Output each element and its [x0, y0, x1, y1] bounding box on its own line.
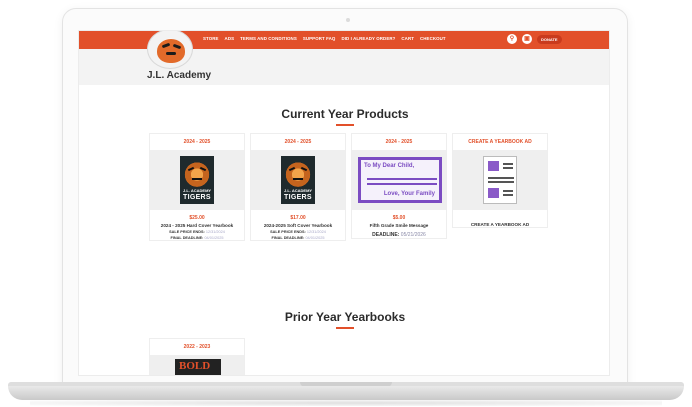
product-card-softcover[interactable]: 2024 - 2025 J.L. ACADEMY TIGERS $17.00 2…	[250, 133, 346, 241]
main-nav: STORE ADS TERMS AND CONDITIONS SUPPORT F…	[203, 36, 446, 41]
cover-school: J.L. ACADEMY	[284, 188, 313, 193]
laptop-mockup: STORE ADS TERMS AND CONDITIONS SUPPORT F…	[0, 0, 692, 407]
product-image[interactable]: J.L. ACADEMY TIGERS	[251, 150, 345, 210]
product-image[interactable]: To My Dear Child, Love, Your Family	[352, 150, 446, 210]
product-price: $17.00	[290, 215, 306, 221]
header-icons: ⚲ ▣ DONATE	[507, 34, 562, 44]
screen: STORE ADS TERMS AND CONDITIONS SUPPORT F…	[78, 30, 610, 376]
webcam	[346, 18, 350, 22]
product-card-prior-yearbook[interactable]: 2022 - 2023 BOLD	[149, 338, 245, 375]
nav-checkout[interactable]: CHECKOUT	[420, 36, 446, 41]
message-greeting: To My Dear Child,	[364, 163, 415, 169]
product-year: 2024 - 2025	[284, 139, 312, 145]
donate-button[interactable]: DONATE	[537, 34, 562, 44]
cover-title: TIGERS	[284, 194, 312, 201]
product-price: $5.00	[392, 215, 406, 221]
cover-school: J.L. ACADEMY	[183, 188, 212, 193]
message-card-preview: To My Dear Child, Love, Your Family	[358, 157, 442, 203]
nav-support-faq[interactable]: SUPPORT FAQ	[303, 36, 336, 41]
site-title: J.L. Academy	[147, 70, 212, 81]
nav-cart[interactable]: CART	[401, 36, 414, 41]
product-price: $25.00	[189, 215, 205, 221]
cover-title: BOLD	[179, 360, 211, 372]
prior-yearbooks-heading: Prior Year Yearbooks	[284, 310, 406, 324]
laptop-base	[8, 386, 684, 400]
nav-store[interactable]: STORE	[203, 36, 219, 41]
product-year: 2022 - 2023	[183, 344, 211, 350]
search-icon[interactable]: ⚲	[507, 34, 517, 44]
product-image[interactable]: J.L. ACADEMY TIGERS	[150, 150, 244, 210]
nav-ads[interactable]: ADS	[225, 36, 235, 41]
card-heading: CREATE A YEARBOOK AD	[468, 139, 532, 145]
final-deadline: FINAL DEADLINE: 04/01/2025	[170, 236, 224, 240]
product-name[interactable]: 2024 - 2025 Hard Cover Yearbook	[150, 223, 244, 228]
ad-layout-icon	[483, 156, 517, 204]
sale-price-ends: SALE PRICE ENDS: 12/31/2024	[270, 230, 326, 234]
product-year: 2024 - 2025	[385, 139, 413, 145]
message-signoff: Love, Your Family	[383, 191, 435, 197]
heading-underline	[336, 327, 354, 329]
sale-price-ends: SALE PRICE ENDS: 12/31/2024	[169, 230, 225, 234]
product-card-smile-message[interactable]: 2024 - 2025 To My Dear Child, Love, Your…	[351, 133, 447, 239]
nav-did-i-order[interactable]: DID I ALREADY ORDER?	[341, 36, 395, 41]
product-year: 2024 - 2025	[183, 139, 211, 145]
cart-icon[interactable]: ▣	[522, 34, 532, 44]
yearbook-cover: J.L. ACADEMY TIGERS	[180, 156, 214, 204]
cover-title: TIGERS	[183, 194, 211, 201]
product-image[interactable]: BOLD	[150, 355, 244, 375]
heading-underline	[336, 124, 354, 126]
product-name[interactable]: CREATE A YEARBOOK AD	[453, 222, 547, 227]
laptop-shadow	[30, 400, 662, 406]
yearbook-cover: J.L. ACADEMY TIGERS	[281, 156, 315, 204]
current-products-heading: Current Year Products	[281, 107, 409, 121]
tiger-mascot-icon	[157, 39, 185, 63]
yearbook-cover: BOLD	[175, 359, 221, 375]
product-card-yearbook-ad[interactable]: CREATE A YEARBOOK AD CREATE A YEARBOOK A…	[452, 133, 548, 228]
final-deadline: FINAL DEADLINE: 04/01/2025	[271, 236, 325, 240]
school-logo[interactable]	[147, 31, 193, 69]
product-name[interactable]: Fifth Grade Smile Message	[352, 223, 446, 228]
deadline: DEADLINE: 05/21/2026	[372, 232, 426, 238]
product-card-hardcover[interactable]: 2024 - 2025 J.L. ACADEMY TIGERS $25.00 2…	[149, 133, 245, 241]
nav-terms[interactable]: TERMS AND CONDITIONS	[240, 36, 297, 41]
product-name[interactable]: 2024-2025 Soft Cover Yearbook	[251, 223, 345, 228]
product-image[interactable]	[453, 150, 547, 210]
